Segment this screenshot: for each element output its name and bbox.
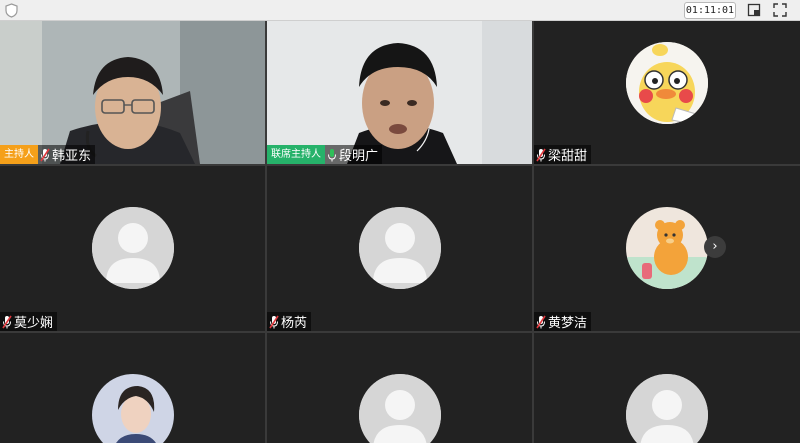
- participant-namebar: 梁甜甜: [534, 145, 592, 164]
- meeting-timer: 01:11:01: [684, 2, 736, 19]
- participant-name: 黄梦洁: [548, 316, 588, 331]
- participant-tile[interactable]: 梁甜甜: [534, 21, 800, 164]
- video-feed: [0, 21, 265, 164]
- participant-name: 莫少娴: [14, 316, 54, 331]
- mic-muted-icon[interactable]: [536, 148, 546, 162]
- mic-active-icon[interactable]: [327, 148, 337, 162]
- participant-tile[interactable]: [0, 333, 265, 443]
- participant-namebar: 联席主持人 段明广: [267, 145, 383, 164]
- meeting-topbar: 01:11:01: [0, 0, 800, 21]
- fullscreen-icon[interactable]: [773, 3, 787, 17]
- participant-namebar: 杨芮: [267, 312, 312, 331]
- default-avatar: [92, 207, 174, 289]
- participant-tile[interactable]: 杨芮: [267, 166, 532, 331]
- participant-name: 梁甜甜: [548, 149, 588, 164]
- default-avatar: [359, 374, 441, 443]
- participant-namebar: 莫少娴: [0, 312, 58, 331]
- duck-cartoon-avatar: [626, 42, 708, 124]
- mic-muted-icon[interactable]: [40, 148, 50, 162]
- host-badge: 主持人: [0, 145, 38, 164]
- participant-grid: 主持人 韩亚东 联席主持人 段明广 梁甜甜 莫少娴 杨芮 › 黄梦洁: [0, 21, 800, 443]
- mic-muted-icon[interactable]: [536, 315, 546, 329]
- video-feed: [267, 21, 532, 164]
- default-avatar: [626, 374, 708, 443]
- participant-tile[interactable]: [267, 333, 532, 443]
- participant-namebar: 黄梦洁: [534, 312, 592, 331]
- window-mode-icon[interactable]: [747, 3, 761, 17]
- participant-tile[interactable]: 莫少娴: [0, 166, 265, 331]
- participant-namebar: 主持人 韩亚东: [0, 145, 96, 164]
- bear-cartoon-avatar: [626, 207, 708, 289]
- participant-tile[interactable]: [534, 333, 800, 443]
- default-avatar: [359, 207, 441, 289]
- participant-name: 韩亚东: [52, 149, 92, 164]
- participant-name: 段明广: [339, 149, 379, 164]
- mic-muted-icon[interactable]: [269, 315, 279, 329]
- photo-avatar: [92, 374, 174, 443]
- mic-muted-icon[interactable]: [2, 315, 12, 329]
- next-page-button[interactable]: ›: [704, 236, 726, 258]
- cohost-badge: 联席主持人: [267, 145, 325, 164]
- participant-tile[interactable]: › 黄梦洁: [534, 166, 800, 331]
- shield-icon[interactable]: [5, 3, 18, 18]
- participant-name: 杨芮: [281, 316, 308, 331]
- participant-tile[interactable]: 主持人 韩亚东: [0, 21, 265, 164]
- chevron-right-icon: ›: [712, 239, 718, 254]
- participant-tile-active[interactable]: 联席主持人 段明广: [267, 21, 532, 164]
